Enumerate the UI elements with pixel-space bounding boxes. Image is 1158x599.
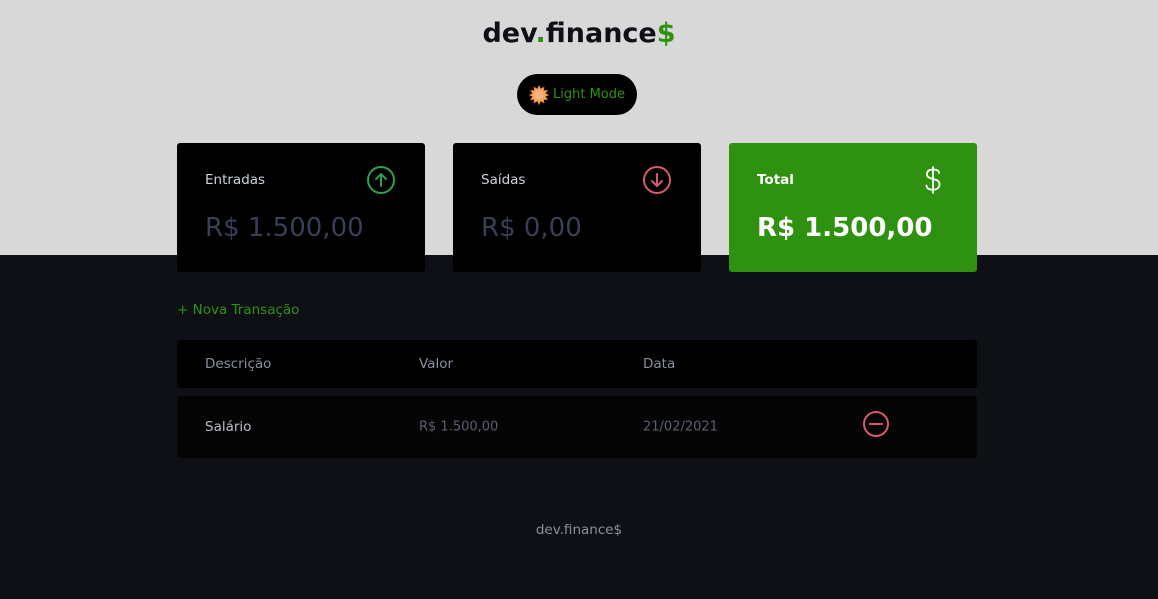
- expense-label: Saídas: [481, 172, 526, 188]
- mode-toggle-label: Light Mode: [553, 87, 625, 102]
- transaction-amount: R$ 1.500,00: [419, 419, 499, 435]
- arrow-down-circle-icon: [643, 166, 671, 194]
- table-row: Salário R$ 1.500,00 21/02/2021: [177, 396, 977, 458]
- income-label: Entradas: [205, 172, 266, 188]
- income-card: Entradas R$ 1.500,00: [177, 143, 425, 272]
- total-card: Total R$ 1.500,00: [729, 143, 977, 272]
- total-label: Total: [757, 172, 794, 188]
- transaction-description: Salário: [205, 419, 252, 435]
- expense-value: R$ 0,00: [481, 213, 582, 243]
- sun-icon: [529, 84, 549, 105]
- app-logo: dev.finance$: [482, 18, 676, 49]
- total-value: R$ 1.500,00: [757, 213, 933, 243]
- dollar-icon: [925, 166, 941, 194]
- transaction-date: 21/02/2021: [643, 419, 718, 435]
- column-header-amount: Valor: [419, 356, 454, 372]
- column-header-date: Data: [643, 356, 676, 372]
- light-mode-toggle-button[interactable]: Light Mode: [517, 74, 637, 115]
- income-value: R$ 1.500,00: [205, 213, 364, 243]
- transactions-table-header: Descrição Valor Data: [177, 340, 977, 388]
- new-transaction-link[interactable]: + Nova Transação: [177, 302, 299, 318]
- column-header-description: Descrição: [205, 356, 272, 372]
- footer-text: dev.finance$: [535, 522, 623, 538]
- expense-card: Saídas R$ 0,00: [453, 143, 701, 272]
- minus-circle-icon[interactable]: [862, 410, 890, 438]
- arrow-up-circle-icon: [367, 166, 395, 194]
